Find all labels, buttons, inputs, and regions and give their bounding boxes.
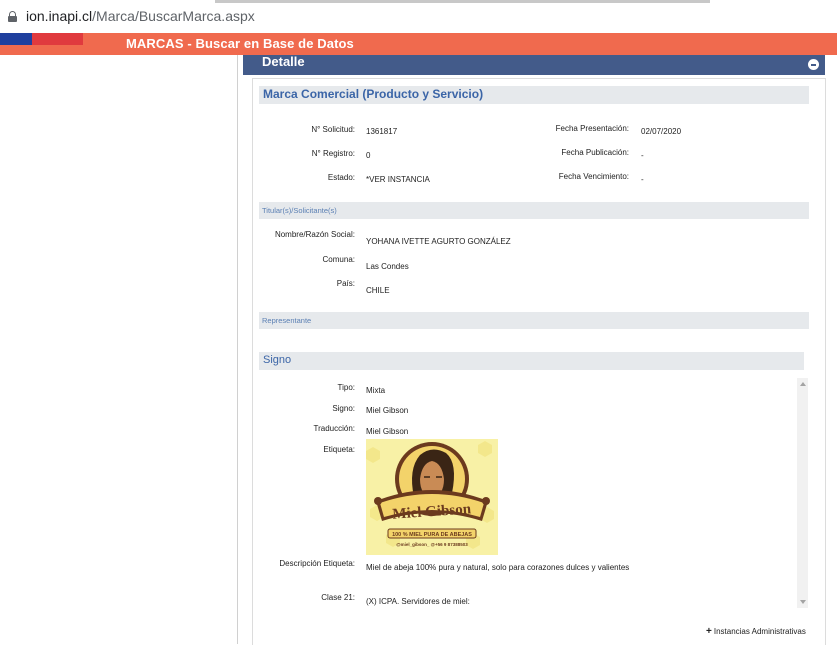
signo-section-title: Signo [263,354,292,366]
clase-value: (X) ICPA. Servidores de miel: [366,597,470,606]
collapse-icon[interactable] [808,59,819,70]
instancias-link[interactable]: + Instancias Administrativas [706,626,806,637]
marca-section-header: Marca Comercial (Producto y Servicio) [259,86,809,104]
fecha-vencimiento-label: Fecha Vencimiento: [558,172,629,181]
marca-section-title: Marca Comercial (Producto y Servicio) [263,87,484,101]
titular-section-header: Titular(s)/Solicitante(s) [259,202,809,219]
registro-label: N° Registro: [311,149,355,158]
representante-section-title: Representante [262,316,312,325]
plus-icon: + [706,626,712,637]
estado-value: *VER INSTANCIA [366,175,430,184]
fecha-vencimiento-value: - [641,175,644,184]
pais-value: CHILE [366,286,390,295]
lock-icon [8,11,17,22]
pais-label: País: [336,279,355,288]
clase-label: Clase 21: [321,593,355,602]
logo-tagline-text: 100 % MIEL PURA DE ABEJAS [392,532,472,538]
titular-section-title: Titular(s)/Solicitante(s) [262,206,337,215]
scroll-down-icon[interactable] [800,600,806,604]
page-title: MARCAS - Buscar en Base de Datos [126,36,354,51]
fecha-presentacion-value: 02/07/2020 [641,127,682,136]
fecha-presentacion-label: Fecha Presentación: [555,124,629,133]
solicitud-value: 1361817 [366,127,398,136]
logo-contact-text: @miel_gibson_ @+56 9 87388503 [396,542,468,547]
comuna-value: Las Condes [366,262,409,271]
url-text[interactable]: ion.inapi.cl/Marca/BuscarMarca.aspx [26,8,255,24]
detalle-header[interactable]: Detalle [243,54,825,75]
chile-flag-icon [0,33,83,45]
traduccion-label: Traducción: [313,424,356,433]
detalle-title: Detalle [262,54,305,69]
browser-address-bar[interactable]: ion.inapi.cl/Marca/BuscarMarca.aspx [0,0,837,34]
scroll-up-icon[interactable] [800,382,806,386]
representante-section-header: Representante [259,312,809,329]
url-host: ion.inapi.cl [26,8,93,24]
signo-section-header: Signo [259,352,804,370]
signo-value: Miel Gibson [366,406,409,415]
tipo-label: Tipo: [337,383,356,392]
nombre-value: YOHANA IVETTE AGURTO GONZÁLEZ [366,237,511,246]
fecha-publicacion-value: - [641,151,644,160]
horizontal-scrollbar[interactable] [215,0,710,3]
nombre-label: Nombre/Razón Social: [274,230,355,239]
signo-label: Signo: [332,404,355,413]
url-path: /Marca/BuscarMarca.aspx [92,8,255,24]
solicitud-label: N° Solicitud: [311,125,355,134]
registro-value: 0 [366,151,371,160]
etiqueta-label: Etiqueta: [323,445,355,454]
fecha-publicacion-label: Fecha Publicación: [561,148,629,157]
instancias-label: Instancias Administrativas [713,627,806,636]
app-header: MARCAS - Buscar en Base de Datos [0,33,837,55]
content-divider [237,55,238,644]
descripcion-value: Miel de abeja 100% pura y natural, solo … [366,563,630,572]
signo-scrollbar[interactable] [797,378,808,608]
tipo-value: Mixta [366,386,386,395]
estado-label: Estado: [327,173,355,182]
descripcion-label: Descripción Etiqueta: [279,559,355,568]
comuna-label: Comuna: [322,255,355,264]
etiqueta-logo-image: Miel Gibson 100 % MIEL PURA DE ABEJAS @m… [366,439,498,555]
traduccion-value: Miel Gibson [366,427,409,436]
